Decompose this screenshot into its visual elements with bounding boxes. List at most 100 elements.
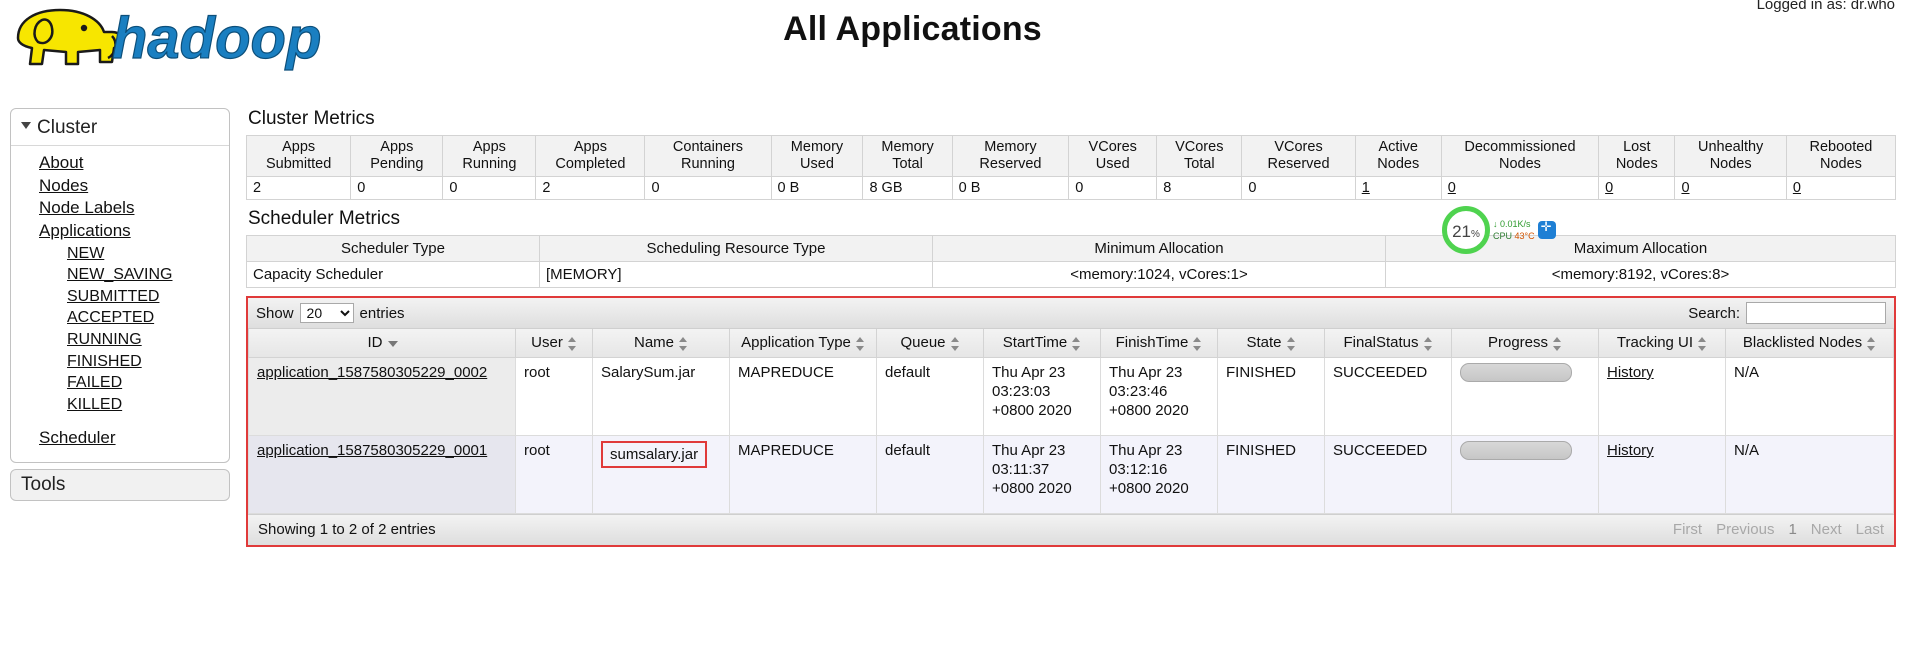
th-progress-label: Progress [1487,334,1549,352]
pagination-last[interactable]: Last [1856,521,1884,538]
th-final-status-label: FinalStatus [1343,334,1419,352]
th-final-status[interactable]: FinalStatus [1324,329,1452,358]
col-apps-completed: Apps Completed [535,134,646,178]
sidebar: Cluster About Nodes Node Labels Applicat… [10,108,230,501]
pagination-page-1[interactable]: 1 [1788,521,1796,538]
search-label: Search: [1688,304,1740,322]
th-progress[interactable]: Progress [1451,329,1599,358]
cell-id[interactable]: application_1587580305229_0001 [248,434,516,514]
table-row: application_1587580305229_0001 root sums… [248,434,1894,514]
applications-table: ID User Name Application Type Queue Star… [248,329,1894,514]
tracking-ui-link[interactable]: History [1607,364,1654,381]
datatable-footer: Showing 1 to 2 of 2 entries First Previo… [248,513,1894,545]
sidebar-item-new-saving[interactable]: NEW_SAVING [11,264,229,286]
col-decommissioned-nodes: Decommissioned Nodes [1440,134,1600,178]
cell-tracking-ui[interactable]: History [1598,356,1726,436]
sidebar-item-scheduler[interactable]: Scheduler [11,427,229,450]
cpu-temp-label: CPU [1493,231,1513,241]
col-scheduling-resource-type: Scheduling Resource Type [539,235,933,263]
col-vcores-total-label: VCores Total [1175,139,1224,173]
th-state[interactable]: State [1217,329,1325,358]
col-memory-reserved: Memory Reserved [951,134,1070,178]
th-blacklisted-nodes-label: Blacklisted Nodes [1742,334,1863,352]
entries-per-page-select[interactable]: 20 50 100 [299,303,354,324]
decommissioned-nodes-link[interactable]: 0 [1448,180,1456,196]
th-name[interactable]: Name [592,329,730,358]
th-id[interactable]: ID [248,329,516,358]
sidebar-item-accepted[interactable]: ACCEPTED [11,307,229,329]
val-active-nodes[interactable]: 1 [1354,176,1442,201]
sidebar-item-failed[interactable]: FAILED [11,372,229,394]
cell-tracking-ui[interactable]: History [1598,434,1726,514]
th-blacklisted-nodes[interactable]: Blacklisted Nodes [1725,329,1894,358]
download-arrow-icon: ↓ [1493,218,1498,229]
val-unhealthy-nodes[interactable]: 0 [1674,176,1787,201]
cell-start-time: Thu Apr 23 03:11:37 +0800 2020 [983,434,1101,514]
cell-progress [1451,356,1599,436]
pagination-previous[interactable]: Previous [1716,521,1774,538]
col-memory-used: Memory Used [770,134,864,178]
active-nodes-link[interactable]: 1 [1362,180,1370,196]
col-apps-submitted-label: Apps Submitted [265,139,332,173]
sidebar-item-new[interactable]: NEW [11,243,229,265]
sidebar-item-finished[interactable]: FINISHED [11,351,229,373]
th-application-type-label: Application Type [741,334,851,352]
val-apps-pending: 0 [350,176,444,201]
col-containers-running: Containers Running [644,134,772,178]
scheduler-metrics-value-row: Capacity Scheduler [MEMORY] <memory:1024… [246,261,1896,289]
val-vcores-used: 0 [1068,176,1158,201]
th-tracking-ui[interactable]: Tracking UI [1598,329,1726,358]
th-finish-time[interactable]: FinishTime [1100,329,1218,358]
widget-expand-icon[interactable] [1537,219,1556,239]
sort-both-icon [1697,336,1707,351]
download-rate-value: 0.01K/s [1500,218,1531,229]
application-id-link[interactable]: application_1587580305229_0001 [257,442,487,459]
col-apps-pending: Apps Pending [350,134,444,178]
col-memory-reserved-label: Memory Reserved [979,139,1042,173]
col-lost-nodes: Lost Nodes [1598,134,1676,178]
val-memory-reserved: 0 B [951,176,1070,201]
col-minimum-allocation: Minimum Allocation [932,235,1386,263]
pagination-first[interactable]: First [1673,521,1702,538]
tracking-ui-link[interactable]: History [1607,442,1654,459]
table-row: application_1587580305229_0002 root Sala… [248,356,1894,436]
sidebar-item-killed[interactable]: KILLED [11,394,229,416]
th-start-time[interactable]: StartTime [983,329,1101,358]
sidebar-item-running[interactable]: RUNNING [11,329,229,351]
th-application-type[interactable]: Application Type [729,329,877,358]
pagination-next[interactable]: Next [1811,521,1842,538]
sort-both-icon [1071,336,1081,351]
val-lost-nodes[interactable]: 0 [1598,176,1676,201]
lost-nodes-link[interactable]: 0 [1605,180,1613,196]
th-user[interactable]: User [515,329,593,358]
val-vcores-total: 8 [1156,176,1243,201]
unhealthy-nodes-link[interactable]: 0 [1681,180,1689,196]
val-vcores-reserved: 0 [1241,176,1356,201]
col-decommissioned-nodes-label: Decommissioned Nodes [1464,139,1576,173]
search-input[interactable] [1746,302,1886,325]
val-memory-used: 0 B [770,176,864,201]
sidebar-item-about[interactable]: About [11,152,229,175]
sidebar-item-nodes[interactable]: Nodes [11,175,229,198]
cpu-usage-unit: % [1471,229,1480,240]
sidebar-item-applications[interactable]: Applications [11,220,229,243]
sort-both-icon [1286,336,1296,351]
cell-finish-time: Thu Apr 23 03:12:16 +0800 2020 [1100,434,1218,514]
sidebar-cluster-header[interactable]: Cluster [11,115,229,146]
show-label: Show [256,304,294,322]
applications-header-row: ID User Name Application Type Queue Star… [248,329,1894,358]
val-apps-completed: 2 [535,176,646,201]
application-id-link[interactable]: application_1587580305229_0002 [257,364,487,381]
rebooted-nodes-link[interactable]: 0 [1793,180,1801,196]
val-decommissioned-nodes[interactable]: 0 [1440,176,1600,201]
datatable-info: Showing 1 to 2 of 2 entries [258,521,436,539]
sidebar-tools-block[interactable]: Tools [10,468,230,501]
system-monitor-widget[interactable]: 21% ↓ 0.01K/s CPU 43°C [1442,206,1556,254]
cell-blacklisted-nodes: N/A [1725,356,1894,436]
cell-id[interactable]: application_1587580305229_0002 [248,356,516,436]
val-rebooted-nodes[interactable]: 0 [1785,176,1897,201]
th-queue[interactable]: Queue [876,329,984,358]
sidebar-item-submitted[interactable]: SUBMITTED [11,286,229,308]
cell-final-status: SUCCEEDED [1324,434,1452,514]
sidebar-item-node-labels[interactable]: Node Labels [11,197,229,220]
